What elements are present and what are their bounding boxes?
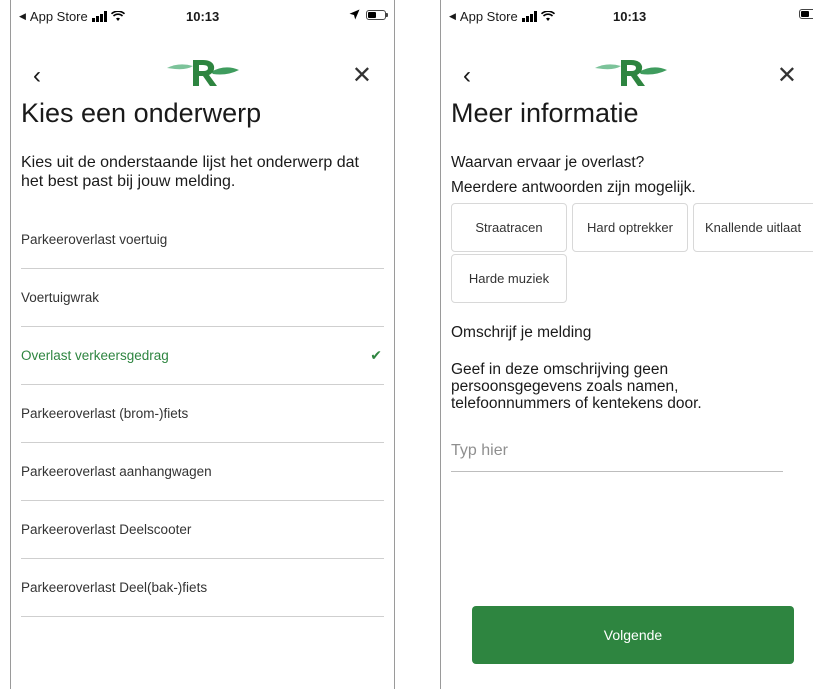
topic-label: Voertuigwrak [21,290,100,305]
rotterdam-logo [167,60,239,86]
topic-label: Parkeeroverlast (brom-)fiets [21,406,189,421]
status-time: 10:13 [613,9,647,24]
wifi-icon [540,11,555,21]
status-left: ◀ App Store [449,9,555,24]
close-button[interactable]: ✕ [352,64,372,88]
status-bar: ◀ App Store 10:13 [11,0,394,34]
topic-label: Parkeeroverlast voertuig [21,232,168,247]
back-to-app-icon[interactable]: ◀ [19,11,26,22]
back-button[interactable]: ‹ [463,64,471,88]
battery-icon [366,9,388,20]
topic-label: Parkeeroverlast Deel(bak-)fiets [21,580,208,595]
carrier-label: App Store [459,9,518,24]
status-right [349,9,388,20]
topic-label: Overlast verkeersgedrag [21,348,169,363]
intro-text: Kies uit de onderstaande lijst het onder… [21,154,359,190]
topic-item-parkeeroverlast-deelscooter[interactable]: Parkeeroverlast Deelscooter [21,501,384,559]
location-arrow-icon [349,9,360,20]
wifi-icon [110,11,125,21]
topic-item-parkeeroverlast-deelbakfiets[interactable]: Parkeeroverlast Deel(bak-)fiets [21,559,384,617]
status-time: 10:13 [186,9,220,24]
back-to-app-icon[interactable]: ◀ [449,11,456,22]
question-hint: Meerdere antwoorden zijn mogelijk. [451,179,696,196]
signal-icon [91,11,107,22]
battery-icon [799,9,813,19]
description-label: Omschrijf je melding [451,324,592,341]
topic-item-voertuigwrak[interactable]: Voertuigwrak [21,269,384,327]
description-input[interactable] [451,430,783,472]
status-right [799,9,813,19]
description-hint: Geef in deze omschrijving geen persoonsg… [451,361,702,412]
topic-item-overlast-verkeersgedrag[interactable]: Overlast verkeersgedrag ✔ [21,327,384,385]
page-title: Meer informatie [451,98,639,128]
back-button[interactable]: ‹ [33,64,41,88]
topic-list: Parkeeroverlast voertuig Voertuigwrak Ov… [21,211,384,617]
topic-label: Parkeeroverlast Deelscooter [21,522,192,537]
option-harde-muziek[interactable]: Harde muziek [451,254,567,303]
close-button[interactable]: ✕ [777,64,797,88]
topic-item-parkeeroverlast-bromfiets[interactable]: Parkeeroverlast (brom-)fiets [21,385,384,443]
topic-screen: ◀ App Store 10:13 ‹ ✕ Kies een onderwerp… [10,0,395,689]
topic-item-parkeeroverlast-voertuig[interactable]: Parkeeroverlast voertuig [21,211,384,269]
topic-item-parkeeroverlast-aanhangwagen[interactable]: Parkeeroverlast aanhangwagen [21,443,384,501]
option-hard-optrekker[interactable]: Hard optrekker [572,203,688,252]
status-bar: ◀ App Store 10:13 [441,0,813,34]
option-straatracen[interactable]: Straatracen [451,203,567,252]
checkmark-icon: ✔ [370,347,382,363]
info-screen: ◀ App Store 10:13 ‹ ✕ Meer informatie Wa… [440,0,813,689]
rotterdam-logo [595,60,667,86]
option-knallende-uitlaat[interactable]: Knallende uitlaat [693,203,813,252]
question-label: Waarvan ervaar je overlast? [451,154,645,171]
page-title: Kies een onderwerp [21,98,262,128]
signal-icon [521,11,537,22]
carrier-label: App Store [29,9,88,24]
topic-label: Parkeeroverlast aanhangwagen [21,464,212,479]
status-left: ◀ App Store [19,9,125,24]
next-button[interactable]: Volgende [472,606,794,664]
